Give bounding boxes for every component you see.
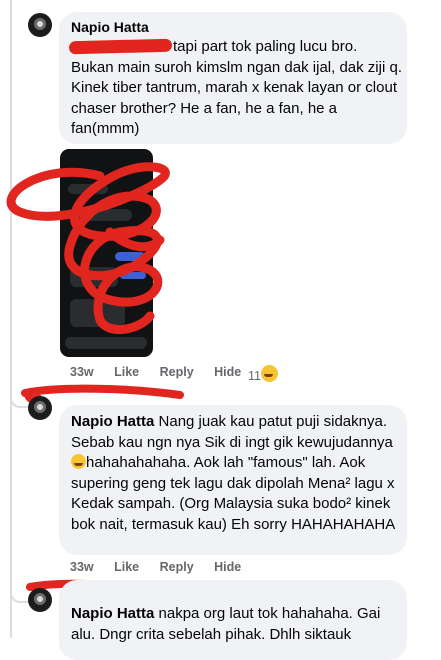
avatar[interactable] bbox=[28, 396, 52, 420]
comment-text-part: hahahahahaha. Aok lah "famous" lah. Aok … bbox=[71, 454, 396, 533]
comment-author[interactable]: Napio Hatta bbox=[71, 413, 154, 430]
reply-button[interactable]: Reply bbox=[160, 365, 194, 379]
comment-text: Napio Hatta Nang juak kau patut puji sid… bbox=[71, 412, 403, 535]
comment-actions: 33w Like Reply Hide bbox=[70, 365, 258, 379]
comment-time[interactable]: 33w bbox=[70, 365, 94, 379]
hide-button[interactable]: Hide bbox=[214, 365, 241, 379]
rolling-laughing-face-icon bbox=[71, 454, 86, 469]
reply-branch-line bbox=[10, 587, 28, 603]
like-button[interactable]: Like bbox=[114, 560, 139, 574]
reply-branch-line bbox=[10, 392, 28, 408]
comment-text: Napio Hatta nakpa org laut tok hahahaha.… bbox=[71, 604, 403, 645]
comment-time[interactable]: 33w bbox=[70, 560, 94, 574]
reaction-summary[interactable]: 11 bbox=[248, 365, 278, 383]
laughing-face-icon bbox=[260, 365, 278, 382]
hide-button[interactable]: Hide bbox=[214, 560, 241, 574]
reaction-count: 11 bbox=[248, 369, 261, 383]
reply-button[interactable]: Reply bbox=[160, 560, 194, 574]
comment-author[interactable]: Napio Hatta bbox=[71, 605, 154, 622]
avatar[interactable] bbox=[28, 588, 52, 612]
comment-actions: 33w Like Reply Hide bbox=[70, 560, 258, 574]
like-button[interactable]: Like bbox=[114, 365, 139, 379]
